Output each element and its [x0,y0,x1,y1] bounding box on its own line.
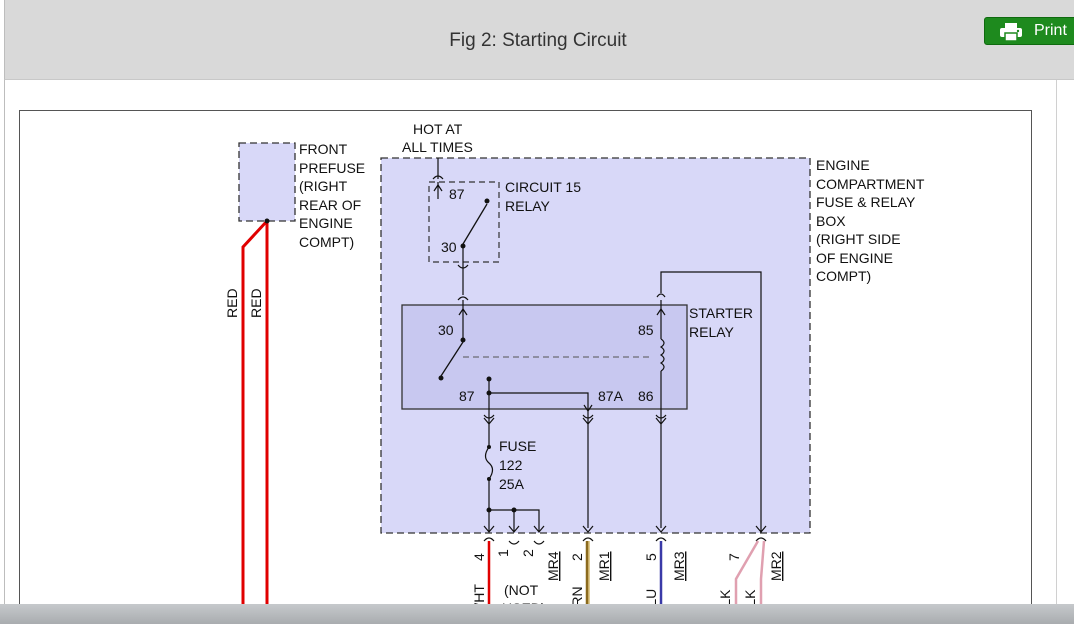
front-prefuse-label-1: FRONT [299,141,348,157]
hot-at-all-times-2: ALL TIMES [402,139,473,155]
circuit15-pin-87: 87 [449,186,465,202]
engine-box-label-7: COMPT) [816,268,871,284]
engine-box-label-1: ENGINE [816,157,870,173]
starter-relay-label-1: STARTER [689,305,753,321]
page-title: Fig 2: Starting Circuit [449,30,627,51]
starter-pin-87: 87 [459,388,475,404]
connector-terminal-1 [508,540,520,545]
starter-relay-label-2: RELAY [689,324,735,340]
starter-contact [460,337,466,343]
front-prefuse-label-5: ENGINE [299,215,353,231]
circuit15-contact [484,198,490,204]
red-wire-label-1: RED [224,288,240,318]
printer-icon [999,23,1023,46]
content-left-edge [4,80,5,610]
red-wire-label-2: RED [248,288,264,318]
hot-at-all-times-1: HOT AT [413,121,463,137]
front-prefuse-label-2: PREFUSE [299,160,365,176]
front-prefuse-label-4: REAR OF [299,197,361,213]
circuit15-pin-30: 30 [441,239,457,255]
pin-1: 1 [495,549,511,557]
circuit15-label-1: CIRCUIT 15 [505,179,581,195]
connector-terminal-7 [755,537,767,542]
engine-box-label-5: (RIGHT SIDE [816,231,901,247]
engine-box-label-6: OF ENGINE [816,250,893,266]
starter-pin-85: 85 [638,322,654,338]
connector-mr2: MR2 [768,551,784,581]
pin-2a: 2 [520,549,536,557]
red-wire-1 [241,219,269,619]
connector-mr3: MR3 [671,551,687,581]
fuse-label-3: 25A [499,476,525,492]
bottom-scroll-bar [0,604,1074,624]
connector-mr4: MR4 [545,551,561,581]
pin-7: 7 [726,553,742,561]
connector-terminal-2a [533,540,545,545]
connector-terminal-4 [483,537,495,542]
connector-mr1: MR1 [596,551,612,581]
engine-box-label-4: BOX [816,213,846,229]
header-bar: Fig 2: Starting Circuit [4,0,1074,80]
front-prefuse-label-6: COMPT) [299,234,354,250]
engine-box-label-3: FUSE & RELAY [816,194,916,210]
prefuse-node [264,218,270,224]
pin-4: 4 [471,553,487,561]
connector-terminal-2b [582,537,594,542]
content-right-edge [1056,80,1057,610]
starting-circuit-diagram: FRONT PREFUSE (RIGHT REAR OF ENGINE COMP… [224,121,925,619]
front-prefuse-label-3: (RIGHT [299,178,348,194]
connector-terminal-5 [655,537,667,542]
fuse-label-1: FUSE [499,438,536,454]
print-button[interactable]: Print [984,17,1074,45]
starter-pin-30: 30 [438,322,454,338]
starter-pivot [438,375,444,381]
engine-box-label-2: COMPARTMENT [816,176,925,192]
print-label: Print [1034,22,1067,39]
starter-pin-87a: 87A [598,388,624,404]
pin-2b: 2 [569,553,585,561]
not-used-label-1: (NOT [504,582,539,598]
diagram-frame: FRONT PREFUSE (RIGHT REAR OF ENGINE COMP… [19,110,1032,620]
starter-pin-86: 86 [638,388,654,404]
fuse-label-2: 122 [499,457,523,473]
pin-5: 5 [643,553,659,561]
front-prefuse-box [238,142,296,222]
circuit15-label-2: RELAY [505,198,551,214]
